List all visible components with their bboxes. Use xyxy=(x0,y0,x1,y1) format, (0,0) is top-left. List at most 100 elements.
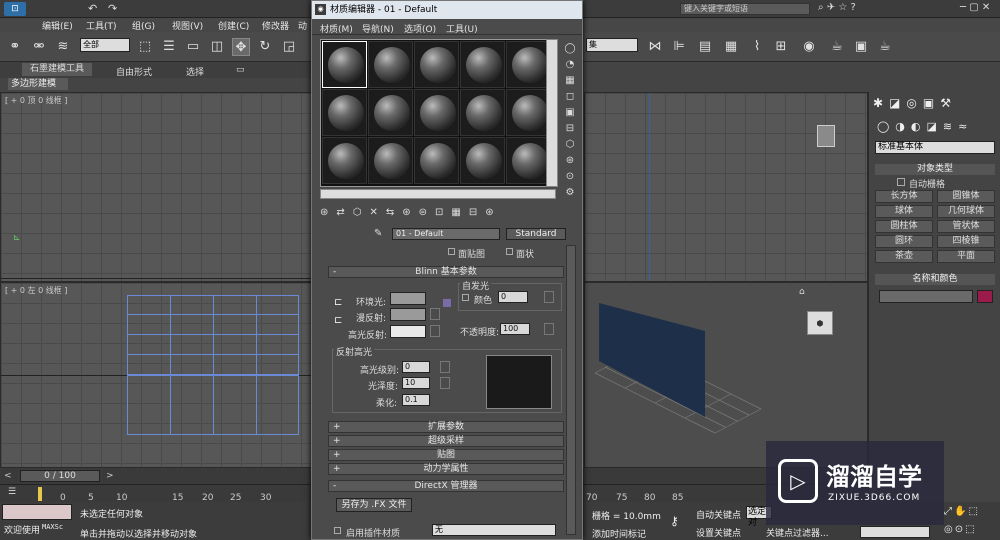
sample-slot[interactable] xyxy=(506,41,551,88)
self-illum-color-checkbox[interactable] xyxy=(462,294,469,301)
directx-rollout[interactable]: - DirectX 管理器 xyxy=(328,480,564,492)
primitive-button-plane[interactable]: 平面 xyxy=(937,250,995,263)
menu-create[interactable]: 创建(C) xyxy=(218,19,249,32)
gloss-field[interactable]: 10 xyxy=(402,377,430,389)
command-panel-tabs[interactable]: ✱◪◎▣⚒ xyxy=(873,96,957,110)
self-illum-value[interactable]: 0 xyxy=(498,291,528,303)
viewcube-icon[interactable]: ⬢ xyxy=(807,311,833,335)
material-type-button[interactable]: Standard xyxy=(506,228,566,240)
sample-slot[interactable] xyxy=(322,137,367,184)
menu-views[interactable]: 视图(V) xyxy=(172,19,203,32)
mat-menu-material[interactable]: 材质(M) xyxy=(320,22,353,35)
track-bar-icon[interactable]: ☰ xyxy=(8,487,16,497)
sample-slot[interactable] xyxy=(460,137,505,184)
set-key-button[interactable]: 设置关键点 xyxy=(696,526,741,539)
primitive-button-cylinder[interactable]: 圆柱体 xyxy=(875,220,933,233)
auto-key-button[interactable]: 自动关键点 xyxy=(696,508,741,521)
key-icon[interactable]: ⚷ xyxy=(670,514,679,528)
app-logo-icon[interactable]: ⊡ xyxy=(4,2,26,16)
eyedropper-icon[interactable]: ✎ xyxy=(374,228,382,239)
object-name-field[interactable] xyxy=(879,290,973,303)
mirror-icon[interactable]: ⋈ xyxy=(646,38,664,56)
sample-slot[interactable] xyxy=(414,89,459,136)
nav-controls-2[interactable]: ◎⊙⬚ xyxy=(944,524,977,535)
menu-anim[interactable]: 动 xyxy=(298,19,307,32)
material-name-field[interactable]: 01 - Default xyxy=(392,228,500,240)
move-icon[interactable]: ✥ xyxy=(232,38,250,56)
layer-manager-icon[interactable]: ▤ xyxy=(696,38,714,56)
menu-tools[interactable]: 工具(T) xyxy=(86,19,117,32)
spec-level-field[interactable]: 0 xyxy=(402,361,430,373)
help-icons[interactable]: ⌕ ✈ ☆ ? xyxy=(818,2,856,13)
named-selection-dropdown[interactable]: 集 xyxy=(586,38,638,52)
redo-icon[interactable]: ↷ xyxy=(108,2,117,15)
time-slider[interactable]: 0 / 100 xyxy=(20,470,100,482)
plugin-dropdown[interactable]: 无 xyxy=(432,524,556,536)
rendered-frame-icon[interactable]: ▣ xyxy=(852,38,870,56)
mat-menu-navigation[interactable]: 导航(N) xyxy=(362,22,394,35)
primitive-button-pyramid[interactable]: 四棱锥 xyxy=(937,235,995,248)
primitive-button-box[interactable]: 长方体 xyxy=(875,190,933,203)
sample-slot[interactable] xyxy=(460,41,505,88)
sample-slot[interactable] xyxy=(414,41,459,88)
opacity-map-button[interactable] xyxy=(544,323,554,335)
opacity-field[interactable]: 100 xyxy=(500,323,530,335)
diffuse-color-swatch[interactable] xyxy=(390,308,426,321)
curve-editor-icon[interactable]: ⌇ xyxy=(748,38,766,56)
frame-spinner[interactable] xyxy=(860,526,930,538)
nav-controls[interactable]: ⤢✋⬚ xyxy=(944,506,980,517)
slots-scrollbar-v[interactable] xyxy=(546,39,558,187)
scale-icon[interactable]: ◲ xyxy=(280,38,298,56)
selection-filter-dropdown[interactable]: 全部 xyxy=(80,38,130,52)
create-category-icons[interactable]: ◯◑◐◪≋≈ xyxy=(877,120,973,133)
window-crossing-icon[interactable]: ◫ xyxy=(208,38,226,56)
supersampling-rollout[interactable]: + 超级采样 xyxy=(328,435,564,447)
ribbon-subtab[interactable]: 多边形建模 xyxy=(8,78,68,90)
viewport-left-label[interactable]: [ + 0 左 0 线框 ] xyxy=(5,285,67,296)
bottom-tool-icons[interactable]: ⊛⇄⬡✕⇆⊛⊜⊡▦⊟⊛ xyxy=(320,207,560,218)
align-icon[interactable]: ⊫ xyxy=(670,38,688,56)
search-input[interactable]: 键入关键字或短语 xyxy=(680,3,810,15)
unlink-icon[interactable]: ⚮ xyxy=(30,38,48,56)
ribbon-toggle-icon[interactable]: ▭ xyxy=(236,65,245,75)
rotate-icon[interactable]: ↻ xyxy=(256,38,274,56)
select-object-icon[interactable]: ⬚ xyxy=(136,38,154,56)
sample-slot[interactable] xyxy=(506,137,551,184)
self-illum-map-button[interactable] xyxy=(544,291,554,303)
viewport-top-right-strip[interactable] xyxy=(584,92,868,282)
lock-ambient-diffuse-icon[interactable]: ⊏ xyxy=(334,297,342,308)
viewport-top-label[interactable]: [ + 0 顶 0 线框 ] xyxy=(5,95,67,106)
link-icon[interactable]: ⚭ xyxy=(6,38,24,56)
menu-group[interactable]: 组(G) xyxy=(132,19,155,32)
sample-slot[interactable] xyxy=(322,41,367,88)
material-editor-icon[interactable]: ◉ xyxy=(800,38,818,56)
side-tool-icons[interactable]: ◯ ◔ ▦ ◻ ▣ ⊟ ⬡ ⊛ ⊙ ⚙ xyxy=(562,41,578,201)
object-type-rollout[interactable]: 对象类型 xyxy=(875,164,995,175)
menu-modifiers[interactable]: 修改器 xyxy=(262,19,289,32)
spec-level-map-button[interactable] xyxy=(440,361,450,373)
ambient-color-swatch[interactable] xyxy=(390,292,426,305)
specular-map-button[interactable] xyxy=(430,325,440,337)
autogrid-checkbox[interactable] xyxy=(897,178,905,186)
tab-selection[interactable]: 选择 xyxy=(186,65,204,78)
sample-slot[interactable] xyxy=(368,137,413,184)
primitive-button-sphere[interactable]: 球体 xyxy=(875,205,933,218)
home-icon[interactable]: ⌂ xyxy=(799,287,805,297)
mat-menu-utilities[interactable]: 工具(U) xyxy=(446,22,478,35)
lock-diffuse-specular-icon[interactable]: ⊏ xyxy=(334,315,342,326)
key-filters-button[interactable]: 关键点过滤器... xyxy=(766,526,829,539)
tab-graphite-modeling[interactable]: 石墨建模工具 xyxy=(22,63,93,76)
sample-slot[interactable] xyxy=(368,89,413,136)
sample-slot[interactable] xyxy=(322,89,367,136)
render-teapot-icon[interactable]: ☕ xyxy=(876,38,894,56)
face-map-checkbox[interactable] xyxy=(448,248,455,255)
select-by-name-icon[interactable]: ☰ xyxy=(160,38,178,56)
viewport-top[interactable]: [ + 0 顶 0 线框 ] ⊾ xyxy=(0,92,320,282)
maps-rollout[interactable]: + 贴图 xyxy=(328,449,564,461)
sample-slot[interactable] xyxy=(368,41,413,88)
primitive-button-teapot[interactable]: 茶壶 xyxy=(875,250,933,263)
maxscript-listener[interactable] xyxy=(2,504,72,520)
primitive-button-cone[interactable]: 圆锥体 xyxy=(937,190,995,203)
name-color-rollout[interactable]: 名称和颜色 xyxy=(875,274,995,285)
object-color-swatch[interactable] xyxy=(977,290,993,303)
